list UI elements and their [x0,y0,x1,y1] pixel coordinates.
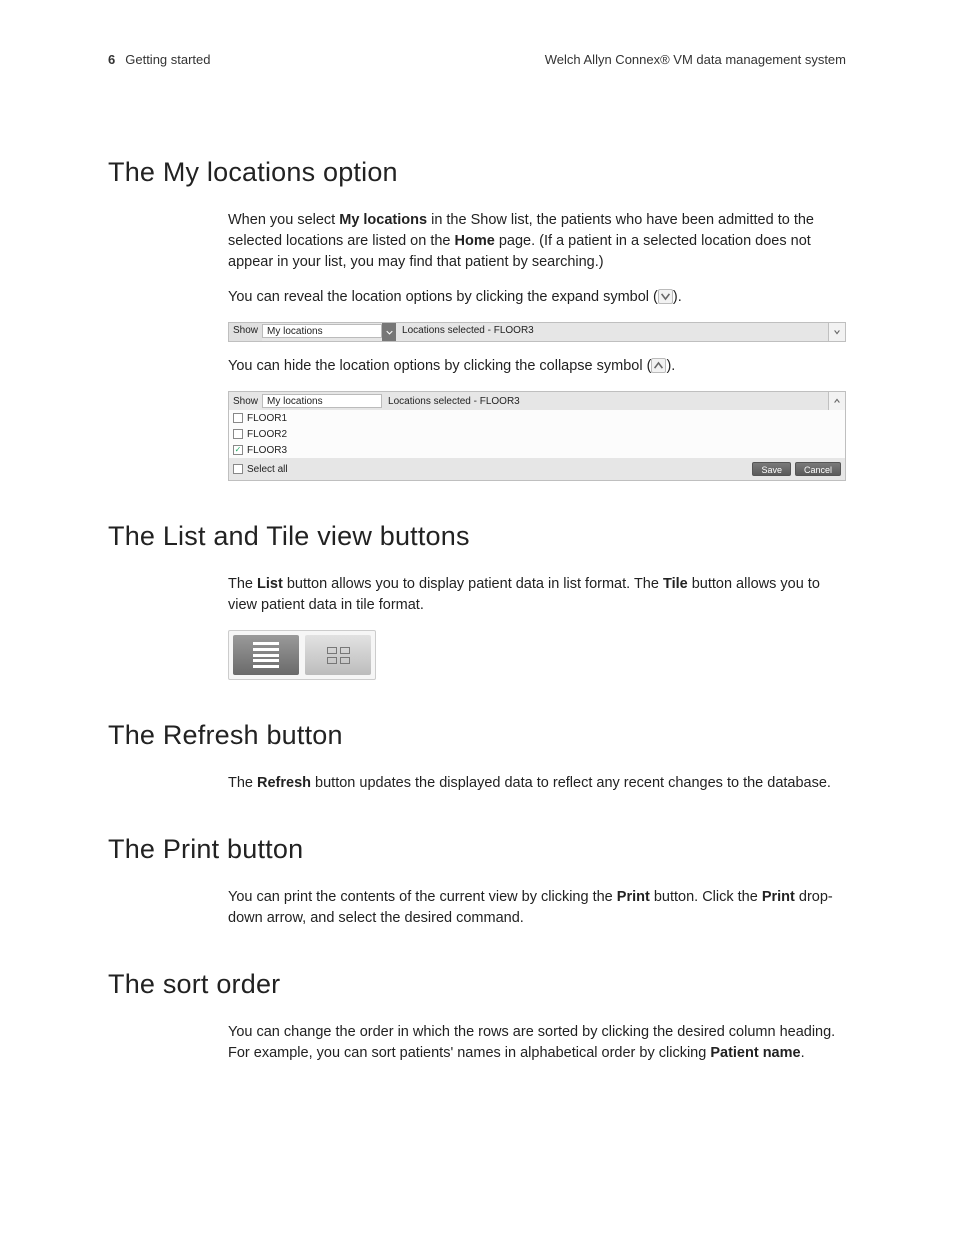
show-label: Show [229,323,262,341]
paragraph: The List button allows you to display pa… [228,574,846,616]
locations-selected-text: Locations selected - FLOOR3 [382,394,828,409]
cancel-button[interactable]: Cancel [795,462,841,476]
floor-row[interactable]: FLOOR3 [229,442,845,458]
header-product: Welch Allyn Connex® VM data management s… [545,52,846,67]
header-section: Getting started [125,52,210,67]
collapse-symbol-icon [651,358,666,373]
select-all-label[interactable]: Select all [247,464,288,475]
show-dropdown[interactable]: My locations [262,324,382,338]
floor-row[interactable]: FLOOR2 [229,426,845,442]
heading-sort: The sort order [108,969,846,1000]
paragraph: The Refresh button updates the displayed… [228,773,846,794]
checkbox-icon[interactable] [233,464,243,474]
paragraph: You can hide the location options by cli… [228,356,846,377]
checkbox-icon[interactable] [233,429,243,439]
heading-refresh: The Refresh button [108,720,846,751]
heading-print: The Print button [108,834,846,865]
paragraph: When you select My locations in the Show… [228,210,846,273]
show-dropdown[interactable]: My locations [262,394,382,408]
show-dropdown-button[interactable] [382,323,396,341]
page-header: 6 Getting started Welch Allyn Connex® VM… [108,52,846,67]
paragraph: You can change the order in which the ro… [228,1022,846,1064]
heading-my-locations: The My locations option [108,157,846,188]
chevron-up-icon [833,397,841,405]
paragraph: You can print the contents of the curren… [228,887,846,929]
heading-list-tile: The List and Tile view buttons [108,521,846,552]
expand-symbol-icon [658,289,673,304]
chevron-down-icon [386,330,393,335]
view-buttons-group [228,630,376,680]
list-icon [253,642,279,668]
paragraph: You can reveal the location options by c… [228,287,846,308]
checkbox-icon[interactable] [233,445,243,455]
floor-row[interactable]: FLOOR1 [229,410,845,426]
save-button[interactable]: Save [752,462,791,476]
tile-icon [327,647,350,664]
location-panel-expanded: Show My locations Locations selected - F… [228,391,846,481]
floor-label: FLOOR1 [247,413,287,424]
floor-label: FLOOR2 [247,429,287,440]
expand-button[interactable] [828,323,845,341]
location-bar-collapsed: Show My locations Locations selected - F… [228,322,846,342]
locations-selected-text: Locations selected - FLOOR3 [396,323,828,341]
page-number: 6 [108,52,115,67]
collapse-button[interactable] [828,392,845,410]
floor-label: FLOOR3 [247,445,287,456]
tile-view-button[interactable] [305,635,371,675]
show-label: Show [229,394,262,409]
list-view-button[interactable] [233,635,299,675]
chevron-down-icon [833,328,841,336]
checkbox-icon[interactable] [233,413,243,423]
